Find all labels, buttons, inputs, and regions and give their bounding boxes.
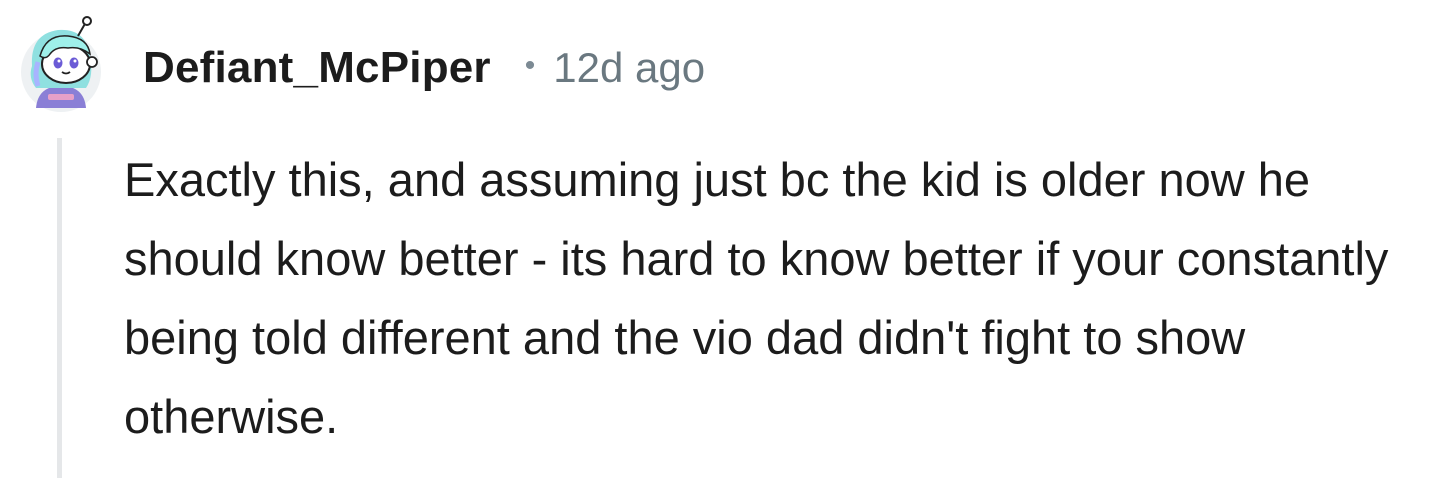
comment-body: Exactly this, and assuming just bc the k… (124, 153, 1389, 443)
comment: Defiant_McPiper • 12d ago Exactly this, … (0, 0, 1434, 478)
username-link[interactable]: Defiant_McPiper (143, 43, 491, 93)
avatar[interactable] (16, 16, 106, 112)
meta-separator: • (524, 49, 536, 82)
snoo-avatar-icon (21, 16, 101, 112)
comment-header: Defiant_McPiper • 12d ago (143, 40, 705, 96)
timestamp-link[interactable]: 12d ago (553, 44, 705, 92)
thread-collapse-line[interactable] (57, 138, 62, 478)
